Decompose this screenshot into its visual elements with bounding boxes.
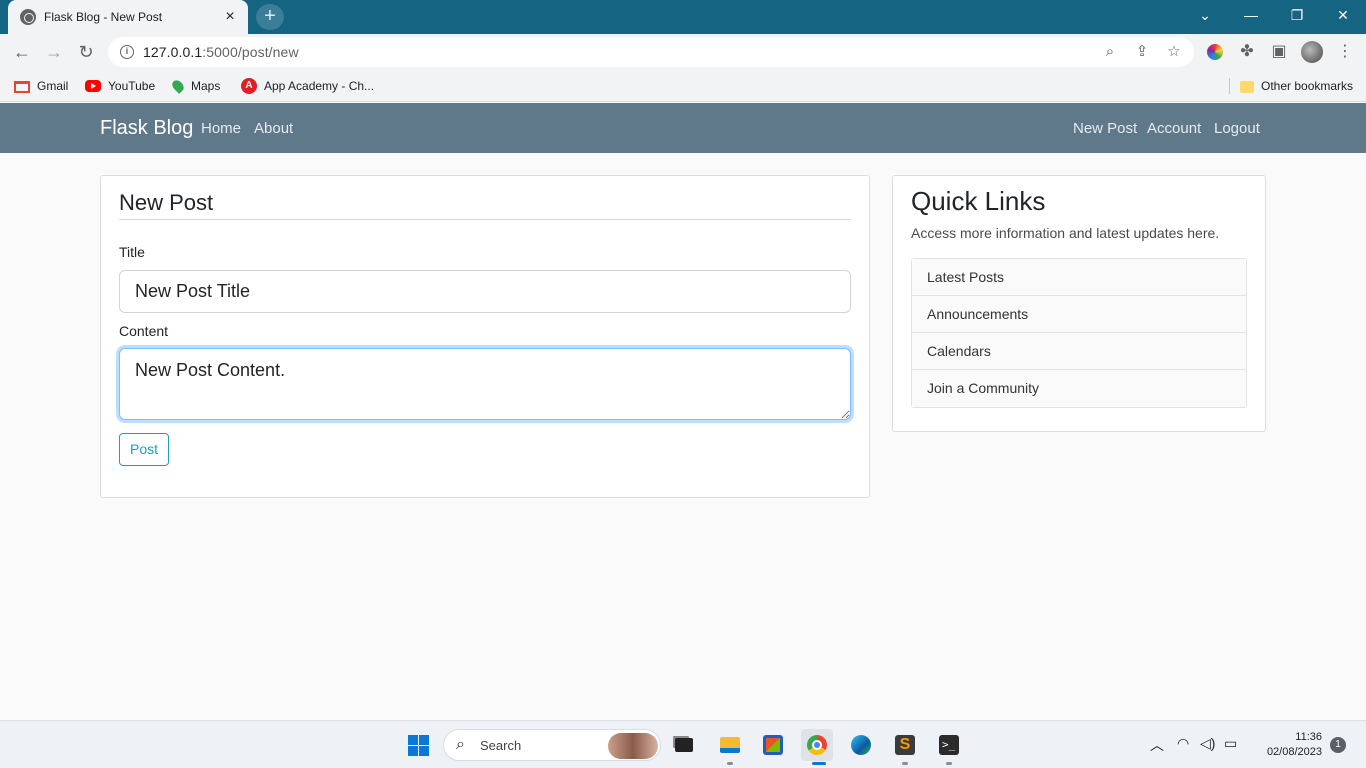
quick-links-title: Quick Links bbox=[911, 186, 1046, 216]
forward-arrow-icon[interactable]: → bbox=[42, 40, 66, 64]
maps-pin-icon bbox=[170, 78, 186, 94]
post-submit-button[interactable]: Post bbox=[119, 433, 169, 466]
globe-icon bbox=[20, 9, 36, 25]
site-navbar: Flask Blog Home About New Post Account L… bbox=[0, 103, 1366, 153]
taskbar-search-label: Search bbox=[480, 738, 522, 753]
running-indicator bbox=[946, 762, 952, 765]
quick-link-join-community[interactable]: Join a Community bbox=[912, 370, 1246, 407]
notification-badge[interactable]: 1 bbox=[1330, 737, 1346, 753]
file-explorer-icon bbox=[720, 737, 740, 753]
volume-icon[interactable]: ◁) bbox=[1200, 735, 1215, 752]
windows-logo-icon bbox=[408, 735, 429, 756]
menu-kebab-icon[interactable]: ⋮ bbox=[1333, 40, 1357, 64]
bookmark-youtube[interactable]: YouTube bbox=[85, 77, 155, 95]
nav-logout[interactable]: Logout bbox=[1214, 120, 1260, 137]
close-tab-icon[interactable]: × bbox=[222, 9, 238, 25]
zoom-icon[interactable]: ⌕ bbox=[1100, 42, 1120, 62]
active-indicator bbox=[812, 762, 826, 765]
clock-date: 02/08/2023 bbox=[1266, 746, 1322, 758]
bookmark-star-icon[interactable]: ☆ bbox=[1164, 42, 1184, 62]
content-label: Content bbox=[119, 323, 169, 339]
browser-tab-bar: Flask Blog - New Post × + ⌄ — ❐ ✕ bbox=[0, 0, 1366, 34]
site-info-icon[interactable]: i bbox=[120, 45, 134, 59]
brand-link[interactable]: Flask Blog bbox=[100, 117, 193, 140]
quick-link-announcements[interactable]: Announcements bbox=[912, 296, 1246, 333]
close-window-icon[interactable]: ✕ bbox=[1320, 0, 1366, 30]
title-label: Title bbox=[119, 244, 145, 260]
store-button[interactable] bbox=[757, 729, 789, 761]
bookmark-app-academy[interactable]: A App Academy - Ch... bbox=[241, 77, 374, 95]
side-panel-icon[interactable]: ▣ bbox=[1267, 40, 1291, 64]
address-bar[interactable]: i 127.0.0.1:5000/post/new ⌕ ⇪ ☆ bbox=[108, 37, 1194, 67]
browser-toolbar: ← → ↻ i 127.0.0.1:5000/post/new ⌕ ⇪ ☆ ✤ … bbox=[0, 34, 1366, 70]
title-input[interactable] bbox=[119, 270, 851, 313]
file-explorer-button[interactable] bbox=[714, 729, 746, 761]
start-button[interactable] bbox=[402, 729, 434, 761]
browser-tab[interactable]: Flask Blog - New Post × bbox=[8, 0, 248, 34]
running-indicator bbox=[727, 762, 733, 765]
nav-new-post[interactable]: New Post bbox=[1073, 120, 1137, 137]
nav-home[interactable]: Home bbox=[201, 120, 241, 137]
system-clock[interactable]: 11:36 02/08/2023 bbox=[1250, 730, 1322, 760]
minimize-icon[interactable]: — bbox=[1228, 0, 1274, 30]
task-view-button[interactable] bbox=[667, 729, 699, 761]
color-extension-icon[interactable] bbox=[1203, 40, 1227, 64]
profile-avatar[interactable] bbox=[1301, 41, 1323, 63]
sublime-button[interactable]: S bbox=[889, 729, 921, 761]
other-bookmarks[interactable]: Other bookmarks bbox=[1240, 77, 1353, 95]
terminal-icon: >_ bbox=[939, 735, 959, 755]
task-view-icon bbox=[675, 738, 693, 752]
wifi-icon[interactable]: ◠ bbox=[1177, 735, 1189, 752]
form-legend: New Post bbox=[119, 190, 851, 220]
bookmarks-bar: Gmail YouTube Maps A App Academy - Ch...… bbox=[0, 70, 1366, 102]
chevron-up-icon[interactable]: ︿ bbox=[1150, 735, 1164, 755]
url-text: 127.0.0.1:5000/post/new bbox=[143, 44, 299, 60]
app-academy-icon: A bbox=[241, 78, 257, 94]
terminal-button[interactable]: >_ bbox=[933, 729, 965, 761]
new-tab-button[interactable]: + bbox=[256, 4, 284, 30]
bookmark-maps[interactable]: Maps bbox=[170, 77, 220, 95]
tab-search-icon[interactable]: ⌄ bbox=[1182, 0, 1228, 30]
quick-link-calendars[interactable]: Calendars bbox=[912, 333, 1246, 370]
store-icon bbox=[763, 735, 783, 755]
taskbar-search[interactable]: ⌕ Search bbox=[443, 729, 661, 761]
nav-about[interactable]: About bbox=[254, 120, 293, 137]
search-icon: ⌕ bbox=[456, 736, 465, 753]
quick-links-list: Latest Posts Announcements Calendars Joi… bbox=[911, 258, 1247, 408]
clock-time: 11:36 bbox=[1295, 731, 1322, 743]
extensions-puzzle-icon[interactable]: ✤ bbox=[1235, 40, 1259, 64]
youtube-icon bbox=[85, 80, 101, 92]
sublime-text-icon: S bbox=[895, 735, 915, 755]
back-arrow-icon[interactable]: ← bbox=[10, 40, 34, 64]
gmail-icon bbox=[14, 81, 30, 93]
new-post-card: New Post Title Content New Post Content.… bbox=[100, 175, 870, 498]
reload-icon[interactable]: ↻ bbox=[74, 40, 98, 64]
tab-title: Flask Blog - New Post bbox=[44, 10, 163, 24]
quick-links-card: Quick Links Access more information and … bbox=[892, 175, 1266, 432]
chrome-button[interactable] bbox=[801, 729, 833, 761]
nav-account[interactable]: Account bbox=[1147, 120, 1201, 137]
edge-icon bbox=[851, 735, 871, 755]
restore-icon[interactable]: ❐ bbox=[1274, 0, 1320, 30]
folder-icon bbox=[1240, 81, 1254, 93]
search-highlight-image bbox=[608, 733, 658, 759]
content-textarea[interactable]: New Post Content. bbox=[119, 348, 851, 420]
edge-button[interactable] bbox=[845, 729, 877, 761]
quick-link-latest-posts[interactable]: Latest Posts bbox=[912, 259, 1246, 296]
bookmarks-divider bbox=[1229, 78, 1230, 94]
windows-taskbar: ⌕ Search S >_ ︿ ◠ ◁) ▭ 11:36 02/08/2023 … bbox=[0, 720, 1366, 768]
quick-links-subtitle: Access more information and latest updat… bbox=[911, 225, 1220, 241]
bookmark-gmail[interactable]: Gmail bbox=[14, 77, 68, 95]
battery-icon[interactable]: ▭ bbox=[1224, 735, 1237, 752]
share-icon[interactable]: ⇪ bbox=[1132, 42, 1152, 62]
running-indicator bbox=[902, 762, 908, 765]
chrome-icon bbox=[807, 735, 827, 755]
